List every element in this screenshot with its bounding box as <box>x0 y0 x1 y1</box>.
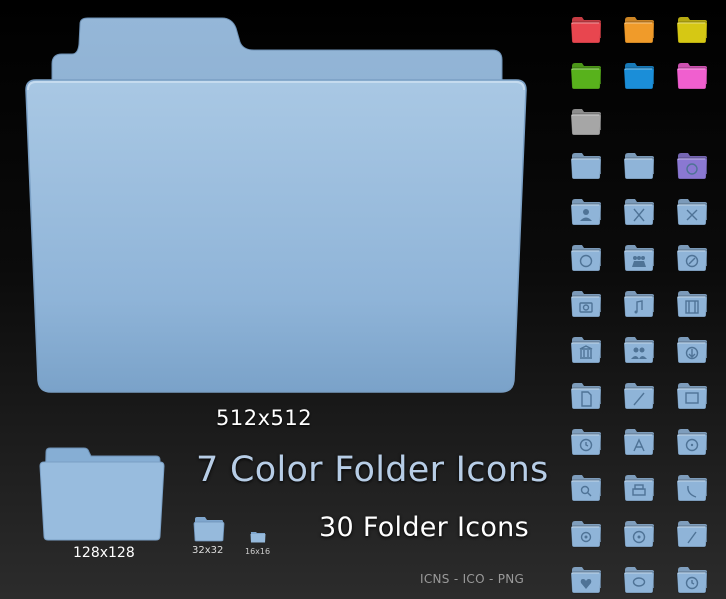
plain-folder-icon <box>570 152 602 180</box>
favorites-folder-icon <box>570 566 602 594</box>
globe-folder-icon <box>570 244 602 272</box>
applications-folder-icon <box>623 198 655 226</box>
chat-folder-icon <box>623 566 655 594</box>
music-folder-icon <box>623 290 655 318</box>
burn-folder-icon <box>623 520 655 548</box>
radiation-folder-icon <box>676 428 708 456</box>
print-folder-icon <box>623 474 655 502</box>
mail-folder-icon <box>570 520 602 548</box>
file-formats-label: ICNS - ICO - PNG <box>420 572 525 586</box>
tiny-size-label: 16x16 <box>245 547 271 556</box>
small-size-label: 32x32 <box>192 545 224 556</box>
group-folder-icon <box>623 244 655 272</box>
yellow-folder-icon <box>676 16 708 44</box>
library-folder-icon <box>570 336 602 364</box>
documents-folder-icon <box>570 382 602 410</box>
small-folder-icon <box>193 516 225 542</box>
clock-folder-icon <box>570 428 602 456</box>
medium-size-label: 128x128 <box>73 545 135 561</box>
app-store-folder-icon <box>623 428 655 456</box>
green-folder-icon <box>570 62 602 90</box>
phone-folder-icon <box>676 474 708 502</box>
folder-count-subline: 30 Folder Icons <box>319 512 529 543</box>
open-folder-icon <box>623 152 655 180</box>
tiny-folder-icon <box>250 528 266 543</box>
color-folders-headline: 7 Color Folder Icons <box>196 450 549 490</box>
desktop-folder-icon <box>676 382 708 410</box>
large-size-label: 512x512 <box>216 406 313 430</box>
red-folder-icon <box>570 16 602 44</box>
system-preferences-folder-icon <box>676 152 708 180</box>
camera-folder-icon <box>570 290 602 318</box>
movies-folder-icon <box>676 290 708 318</box>
search-folder-icon <box>570 474 602 502</box>
blue-folder-icon <box>623 62 655 90</box>
time-machine-folder-icon <box>676 566 708 594</box>
orange-folder-icon <box>623 16 655 44</box>
pen-folder-icon <box>676 520 708 548</box>
utilities-folder-icon <box>676 198 708 226</box>
user-folder-icon <box>570 198 602 226</box>
users-folder-icon <box>623 336 655 364</box>
pink-folder-icon <box>676 62 708 90</box>
large-folder-icon <box>22 14 530 398</box>
gray-folder-icon <box>570 108 602 136</box>
medium-folder-icon <box>38 446 166 542</box>
developer-folder-icon <box>623 382 655 410</box>
safari-folder-icon <box>676 244 708 272</box>
downloads-folder-icon <box>676 336 708 364</box>
